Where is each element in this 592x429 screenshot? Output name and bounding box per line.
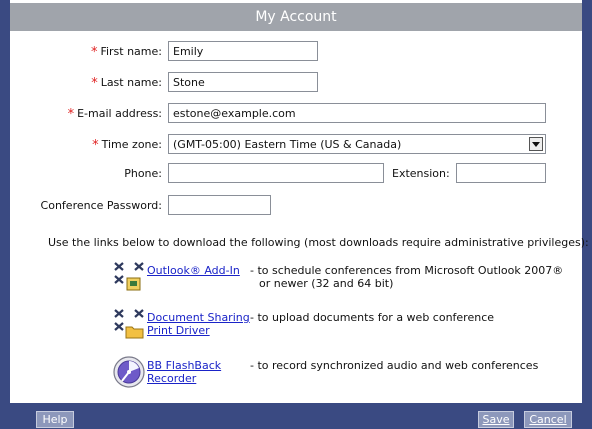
document-sharing-description: - to upload documents for a web conferen… [250, 311, 495, 324]
conference-password-field[interactable] [168, 195, 271, 215]
outlook-addin-link[interactable]: Outlook® Add-In [147, 264, 240, 277]
chevron-down-icon[interactable] [529, 137, 543, 151]
flashback-recorder-link[interactable]: BB FlashBack Recorder [147, 359, 221, 385]
conference-password-label: Conference Password: [40, 199, 162, 212]
downloads-intro: Use the links below to download the foll… [48, 236, 589, 249]
required-marker: * [90, 45, 98, 60]
required-marker: * [91, 76, 98, 91]
last-name-label: * Last name: [91, 76, 162, 91]
save-button[interactable]: Save [478, 411, 514, 428]
timezone-selected-value: (GMT-05:00) Eastern Time (US & Canada) [173, 138, 402, 151]
document-sharing-link[interactable]: Document Sharing Print Driver [147, 311, 250, 337]
footer-bar: Help Save Cancel [10, 403, 582, 429]
flashback-recorder-icon [113, 356, 145, 388]
phone-label: Phone: [124, 167, 162, 180]
outlook-addin-description: - to schedule conferences from Microsoft… [250, 264, 564, 290]
required-marker: * [67, 107, 75, 122]
email-field[interactable]: estone@example.com [168, 103, 546, 123]
timezone-label: * Time zone: [92, 138, 162, 153]
cancel-button[interactable]: Cancel [524, 411, 572, 428]
timezone-select[interactable]: (GMT-05:00) Eastern Time (US & Canada) [168, 134, 546, 154]
left-frame-bar [0, 0, 10, 429]
first-name-field[interactable]: Emily [168, 41, 318, 61]
right-frame-bar [582, 0, 592, 429]
extension-label: Extension: [392, 167, 450, 180]
help-button[interactable]: Help [36, 411, 74, 428]
document-sharing-icon [114, 309, 144, 339]
dialog-title: My Account [10, 3, 582, 31]
first-name-label: * First name: [90, 45, 162, 60]
phone-field[interactable] [168, 163, 384, 183]
flashback-recorder-description: - to record synchronized audio and web c… [250, 359, 539, 372]
required-marker: * [92, 138, 99, 153]
outlook-addin-icon [114, 262, 144, 291]
email-label: * E-mail address: [67, 107, 162, 122]
extension-field[interactable] [456, 163, 546, 183]
last-name-field[interactable]: Stone [168, 72, 318, 92]
